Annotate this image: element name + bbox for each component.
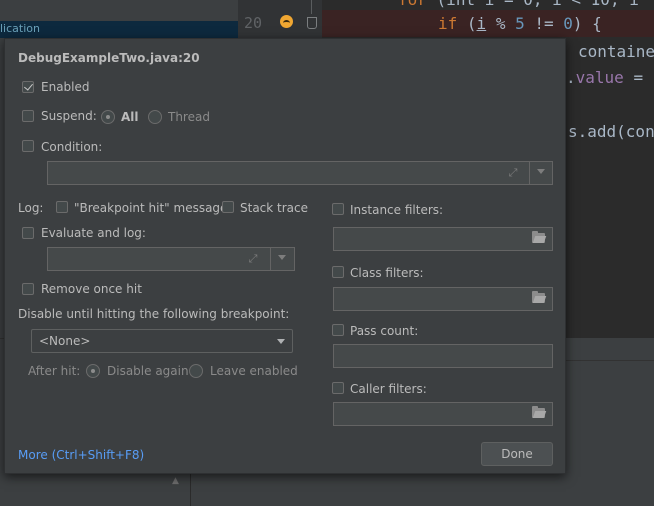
condition-label[interactable]: Condition: — [41, 140, 102, 154]
leave-enabled-label[interactable]: Leave enabled — [210, 364, 298, 378]
conditional-breakpoint-icon[interactable] — [280, 15, 293, 28]
code-line-22: .value = — [566, 68, 644, 87]
pass-count-input[interactable] — [333, 344, 553, 368]
pass-count-checkbox[interactable] — [332, 324, 344, 336]
evaluate-and-log-label[interactable]: Evaluate and log: — [41, 226, 146, 240]
fold-guide — [311, 0, 312, 14]
class-filters-input[interactable] — [333, 287, 553, 311]
caller-filters-checkbox[interactable] — [332, 382, 344, 394]
expand-icon[interactable]: ⤢ — [506, 166, 520, 180]
pass-count-label[interactable]: Pass count: — [350, 324, 418, 338]
expand-icon[interactable]: ⤢ — [246, 252, 260, 266]
caller-filters-label[interactable]: Caller filters: — [350, 382, 427, 396]
suspend-thread-label[interactable]: Thread — [168, 110, 210, 124]
project-item-label: lication — [0, 22, 40, 35]
enabled-label[interactable]: Enabled — [41, 80, 90, 94]
code-line-24: s.add(con — [568, 122, 654, 141]
evaluate-and-log-input[interactable]: ⤢ — [47, 247, 295, 271]
caller-filters-input[interactable] — [333, 402, 553, 426]
remove-once-hit-label[interactable]: Remove once hit — [41, 282, 142, 296]
disable-again-radio[interactable] — [86, 364, 100, 378]
log-label: Log: — [18, 201, 44, 215]
disable-until-select[interactable]: <None> — [31, 329, 293, 353]
line-number: 20 — [244, 14, 263, 32]
suspend-checkbox[interactable] — [22, 110, 34, 122]
instance-filters-input[interactable] — [333, 227, 553, 251]
class-filters-checkbox[interactable] — [332, 266, 344, 278]
more-link[interactable]: More (Ctrl+Shift+F8) — [18, 448, 144, 462]
fold-icon[interactable] — [307, 17, 317, 29]
stack-trace-label[interactable]: Stack trace — [240, 201, 308, 215]
stack-trace-checkbox[interactable] — [222, 201, 234, 213]
evaluate-and-log-checkbox[interactable] — [22, 227, 34, 239]
disable-until-label: Disable until hitting the following brea… — [18, 307, 290, 321]
scroll-up-icon[interactable]: ▲ — [172, 476, 179, 486]
field-separator — [529, 162, 530, 184]
code-line-20: if (i % 5 != 0) { — [438, 14, 602, 33]
after-hit-label: After hit: — [28, 364, 81, 378]
instance-filters-checkbox[interactable] — [332, 203, 344, 215]
suspend-all-label[interactable]: All — [121, 110, 139, 124]
history-dropdown-icon[interactable] — [537, 169, 545, 174]
instance-filters-label[interactable]: Instance filters: — [350, 203, 443, 217]
remove-once-hit-checkbox[interactable] — [22, 283, 34, 295]
condition-input[interactable]: ⤢ — [47, 161, 553, 185]
enabled-checkbox[interactable] — [22, 81, 34, 93]
suspend-thread-radio[interactable] — [148, 110, 162, 124]
suspend-label[interactable]: Suspend: — [41, 109, 97, 123]
popup-title: DebugExampleTwo.java:20 — [18, 51, 200, 65]
code-line-19: for (int i = 0; i < 10; i — [398, 0, 639, 9]
disable-again-label[interactable]: Disable again — [107, 364, 189, 378]
leave-enabled-radio[interactable] — [189, 364, 203, 378]
class-filters-label[interactable]: Class filters: — [350, 266, 424, 280]
disable-until-value: <None> — [39, 334, 91, 348]
field-separator — [270, 248, 271, 270]
done-button[interactable]: Done — [481, 442, 553, 466]
condition-checkbox[interactable] — [22, 140, 34, 152]
breakpoint-hit-message-checkbox[interactable] — [56, 201, 68, 213]
breakpoint-hit-message-label[interactable]: "Breakpoint hit" message — [74, 201, 227, 215]
chevron-down-icon — [277, 339, 285, 344]
suspend-all-radio[interactable] — [101, 110, 115, 124]
code-line-21: containe — [578, 42, 654, 61]
folder-icon[interactable] — [532, 291, 545, 303]
breakpoint-properties-popup: DebugExampleTwo.java:20 Enabled Suspend:… — [4, 38, 566, 474]
history-dropdown-icon[interactable] — [278, 255, 286, 260]
folder-icon[interactable] — [532, 406, 545, 418]
folder-icon[interactable] — [532, 231, 545, 243]
